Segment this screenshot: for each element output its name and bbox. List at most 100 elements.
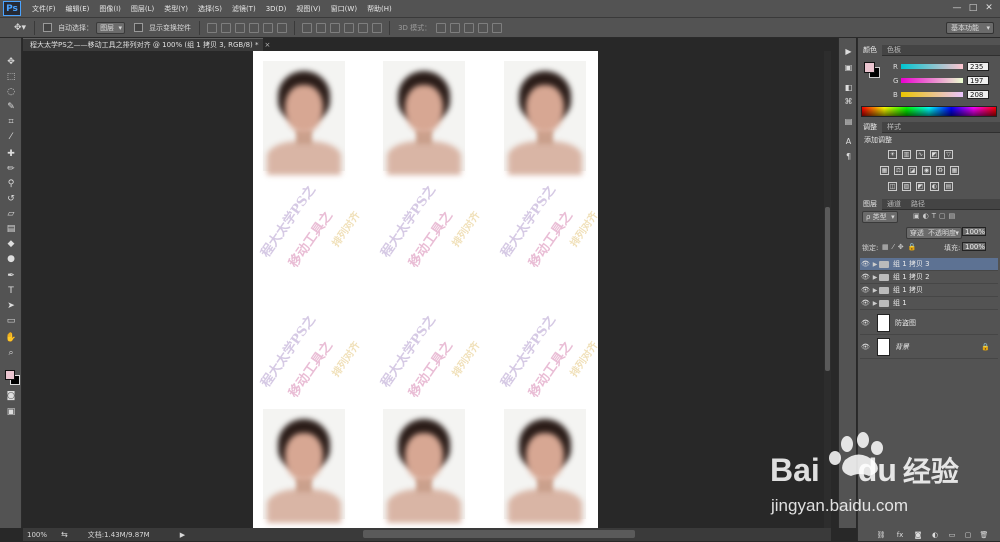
- auto-select-checkbox[interactable]: [43, 23, 53, 32]
- expand-triangle-icon[interactable]: ▶: [871, 261, 879, 268]
- visibility-eye-icon[interactable]: 👁: [860, 273, 871, 281]
- photo-filter-adjust-icon[interactable]: ◉: [922, 166, 931, 175]
- document-canvas[interactable]: 程大太学PS之 移动工具之 排列对齐 程大太学PS之 移动工具之 排列对齐 程大…: [253, 51, 598, 528]
- layer-filter-dropdown[interactable]: ρ 类型: [862, 211, 898, 223]
- align-left-icon[interactable]: [249, 22, 260, 33]
- layer-row[interactable]: 👁 背景 🔒: [860, 335, 998, 359]
- green-value-input[interactable]: 197: [967, 76, 989, 85]
- menu-help[interactable]: 帮助(H): [362, 4, 397, 14]
- show-transform-checkbox[interactable]: [134, 23, 144, 32]
- vibrance-adjust-icon[interactable]: ▽: [944, 150, 953, 159]
- distribute-hcenter-icon[interactable]: [358, 22, 369, 33]
- expand-triangle-icon[interactable]: ▶: [871, 300, 879, 307]
- align-bottom-icon[interactable]: [235, 22, 246, 33]
- status-share-icon[interactable]: ⇆: [61, 530, 68, 539]
- opacity-input[interactable]: 100%: [962, 227, 986, 236]
- history-brush-tool-icon[interactable]: ↺: [5, 193, 17, 205]
- blur-tool-icon[interactable]: ◆: [5, 238, 17, 250]
- distribute-right-icon[interactable]: [372, 22, 383, 33]
- maximize-icon[interactable]: □: [966, 2, 980, 14]
- screen-mode-icon[interactable]: ▣: [5, 406, 17, 418]
- align-vcenter-icon[interactable]: [221, 22, 232, 33]
- move-tool-preset-icon[interactable]: ✥▾: [14, 23, 26, 33]
- red-value-input[interactable]: 235: [967, 62, 989, 71]
- marquee-tool-icon[interactable]: ⬚: [5, 71, 17, 83]
- distribute-vcenter-icon[interactable]: [316, 22, 327, 33]
- path-select-tool-icon[interactable]: ➤: [5, 300, 17, 312]
- workspace-dropdown[interactable]: 基本功能: [946, 22, 994, 34]
- selective-color-adjust-icon[interactable]: ◐: [930, 182, 939, 191]
- red-slider[interactable]: R 235: [893, 62, 993, 71]
- color-lookup-adjust-icon[interactable]: ▦: [950, 166, 959, 175]
- posterize-adjust-icon[interactable]: ▨: [902, 182, 911, 191]
- menu-select[interactable]: 选择(S): [193, 4, 227, 14]
- menu-view[interactable]: 视图(V): [291, 4, 325, 14]
- layer-comps-icon[interactable]: ⌘: [843, 96, 854, 107]
- threshold-adjust-icon[interactable]: ◩: [916, 182, 925, 191]
- layer-row[interactable]: 👁 ▶ 组 1 拷贝 3: [860, 258, 998, 271]
- menu-window[interactable]: 窗口(W): [326, 4, 362, 14]
- scale-3d-icon[interactable]: [492, 22, 503, 33]
- align-hcenter-icon[interactable]: [263, 22, 274, 33]
- dodge-tool-icon[interactable]: ●: [5, 253, 17, 265]
- vertical-scroll-thumb[interactable]: [825, 207, 830, 371]
- tab-adjustments[interactable]: 调整: [858, 121, 882, 133]
- distribute-top-icon[interactable]: [302, 22, 313, 33]
- eyedropper-tool-icon[interactable]: ⁄: [5, 131, 17, 143]
- pen-tool-icon[interactable]: ✒: [5, 270, 17, 282]
- expand-triangle-icon[interactable]: ▶: [871, 287, 879, 294]
- brightness-adjust-icon[interactable]: ☀: [888, 150, 897, 159]
- hue-saturation-adjust-icon[interactable]: ▦: [880, 166, 889, 175]
- slide-3d-icon[interactable]: [478, 22, 489, 33]
- lasso-tool-icon[interactable]: ◌: [5, 86, 17, 98]
- gradient-map-adjust-icon[interactable]: ▤: [944, 182, 953, 191]
- layer-row[interactable]: 👁 ▶ 组 1 拷贝: [860, 284, 998, 297]
- tab-close-icon[interactable]: ×: [264, 41, 270, 49]
- drag-3d-icon[interactable]: [464, 22, 475, 33]
- menu-filter[interactable]: 滤镜(T): [227, 4, 261, 14]
- blue-value-input[interactable]: 208: [967, 90, 989, 99]
- layer-filter-icons[interactable]: ▣◐T▢▤: [913, 212, 958, 220]
- character-panel-icon[interactable]: A: [843, 136, 854, 147]
- document-tab[interactable]: 程大太学PS之——移动工具之排列对齐 @ 100% (组 1 拷贝 3, RGB…: [23, 38, 270, 51]
- clone-stamp-tool-icon[interactable]: ⚲: [5, 178, 17, 190]
- paragraph-dock-icon[interactable]: ▤: [843, 116, 854, 127]
- quick-mask-icon[interactable]: ◙: [5, 390, 17, 402]
- menu-type[interactable]: 类型(Y): [159, 4, 193, 14]
- rotate-3d-icon[interactable]: [436, 22, 447, 33]
- minimize-icon[interactable]: —: [950, 2, 964, 14]
- layer-row[interactable]: 👁 防盗图: [860, 311, 998, 335]
- layer-row[interactable]: 👁 ▶ 组 1: [860, 297, 998, 310]
- distribute-bottom-icon[interactable]: [330, 22, 341, 33]
- rectangle-tool-icon[interactable]: ▭: [5, 315, 17, 327]
- layer-row[interactable]: 👁 ▶ 组 1 拷贝 2: [860, 271, 998, 284]
- distribute-left-icon[interactable]: [344, 22, 355, 33]
- gradient-tool-icon[interactable]: ▤: [5, 223, 17, 235]
- lock-icons[interactable]: ▦⁄✥🔒: [882, 243, 920, 251]
- tab-color[interactable]: 颜色: [858, 44, 882, 56]
- tab-channels[interactable]: 通道: [882, 199, 906, 210]
- tab-swatches[interactable]: 色板: [882, 45, 906, 56]
- visibility-eye-icon[interactable]: 👁: [860, 286, 871, 294]
- menu-image[interactable]: 图像(I): [94, 4, 126, 14]
- history-panel-icon[interactable]: ▶: [843, 46, 854, 57]
- channel-mixer-adjust-icon[interactable]: ♻: [936, 166, 945, 175]
- curves-adjust-icon[interactable]: ∿: [916, 150, 925, 159]
- tab-paths[interactable]: 路径: [906, 199, 930, 210]
- expand-triangle-icon[interactable]: ▶: [871, 274, 879, 281]
- menu-layer[interactable]: 图层(L): [126, 4, 159, 14]
- invert-adjust-icon[interactable]: ◫: [888, 182, 897, 191]
- brush-tool-icon[interactable]: ✏: [5, 163, 17, 175]
- move-tool-icon[interactable]: ✥: [5, 56, 17, 68]
- visibility-eye-icon[interactable]: 👁: [860, 319, 871, 327]
- hand-tool-icon[interactable]: ✋: [5, 332, 17, 344]
- exposure-adjust-icon[interactable]: ◩: [930, 150, 939, 159]
- fill-input[interactable]: 100%: [962, 242, 986, 251]
- visibility-eye-icon[interactable]: 👁: [860, 260, 871, 268]
- healing-brush-tool-icon[interactable]: ✚: [5, 148, 17, 160]
- zoom-tool-icon[interactable]: ⌕: [5, 347, 17, 359]
- menu-3d[interactable]: 3D(D): [261, 5, 292, 13]
- tab-layers[interactable]: 图层: [858, 198, 882, 210]
- levels-adjust-icon[interactable]: ▥: [902, 150, 911, 159]
- align-top-icon[interactable]: [207, 22, 218, 33]
